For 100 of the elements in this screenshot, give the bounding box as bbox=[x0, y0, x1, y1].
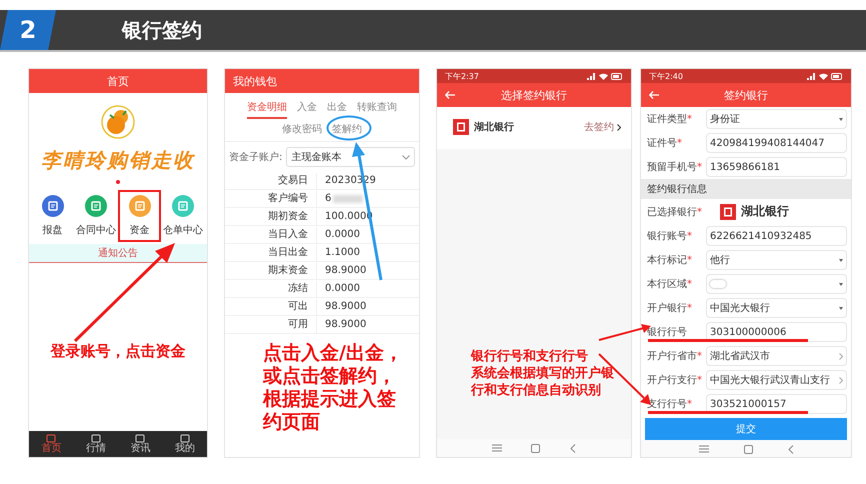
shortcut-item[interactable]: 仓单中心 bbox=[161, 190, 205, 242]
tab-icon bbox=[46, 434, 56, 443]
row-value: 98.9000 bbox=[325, 319, 366, 330]
caret-icon bbox=[839, 118, 843, 120]
bank-name: 湖北银行 bbox=[741, 203, 789, 220]
highlight-circle bbox=[326, 115, 372, 141]
tab-bar-item[interactable]: 首页 bbox=[41, 431, 62, 457]
chevron-icon bbox=[839, 376, 843, 384]
dropdown-field[interactable]: 身份证 bbox=[706, 109, 847, 129]
caret-icon bbox=[839, 258, 843, 262]
dropdown-field[interactable] bbox=[706, 274, 847, 294]
slide-title: 银行签约 bbox=[122, 16, 202, 44]
input-field[interactable]: 13659866181 bbox=[706, 157, 847, 177]
battery-icon bbox=[831, 72, 843, 80]
section-number: 2 bbox=[0, 10, 56, 50]
shortcut-item[interactable]: 资金 bbox=[118, 190, 161, 242]
tab[interactable]: 转账查询 bbox=[357, 97, 397, 119]
row-label: 冻结 bbox=[225, 280, 317, 296]
row-value: 98.9000 bbox=[325, 265, 366, 276]
field-label: 证件类型* bbox=[647, 112, 693, 126]
field-label: 开户行省市* bbox=[647, 350, 703, 363]
sign-link[interactable]: 去签约 bbox=[584, 120, 621, 134]
tab[interactable]: 入金 bbox=[297, 97, 317, 119]
notice-bar[interactable]: 通知公告 bbox=[29, 244, 207, 263]
menu-icon[interactable] bbox=[698, 445, 708, 453]
section-header: 签约银行信息 bbox=[641, 179, 851, 199]
row-value: 0.0000 bbox=[325, 283, 360, 294]
field-label: 银行账号* bbox=[647, 230, 693, 243]
input-field[interactable]: 6226621410932485 bbox=[706, 226, 847, 246]
account-select[interactable]: 主现金账本 bbox=[286, 147, 415, 167]
page-indicator-dot bbox=[116, 180, 120, 184]
back-icon[interactable] bbox=[788, 444, 794, 454]
row-value: 1.1000 bbox=[325, 247, 360, 258]
picker-field[interactable]: 湖北省武汉市 bbox=[706, 346, 847, 366]
field-label: 银行行号 bbox=[647, 326, 688, 339]
input-field[interactable]: 420984199408144047 bbox=[706, 133, 847, 153]
bank-logo-icon bbox=[453, 119, 469, 135]
caret-icon bbox=[839, 306, 843, 310]
row-label: 当日入金 bbox=[225, 226, 317, 242]
dropdown-field[interactable]: 他行 bbox=[706, 250, 847, 270]
row-label: 期末资金 bbox=[225, 262, 317, 278]
field-label: 证件号* bbox=[647, 137, 683, 150]
tab-icon bbox=[90, 434, 101, 443]
brand-name: 李晴玲购销走收 bbox=[40, 147, 196, 174]
row-label: 交易日 bbox=[225, 172, 317, 188]
tab[interactable]: 修改密码 bbox=[282, 119, 322, 141]
row-label: 可用 bbox=[225, 316, 317, 332]
signal-icon bbox=[587, 72, 596, 80]
status-time: 下午2:40 bbox=[649, 70, 683, 82]
caret-icon bbox=[402, 154, 410, 160]
home-square-icon[interactable] bbox=[531, 444, 540, 452]
fruit-logo-icon bbox=[101, 105, 135, 139]
toggle-icon bbox=[710, 280, 726, 288]
annotation-text: 点击入金/出金，或点击签解约，根据提示进入签约页面 bbox=[262, 341, 404, 434]
row-label: 客户编号 bbox=[225, 190, 317, 206]
chevron-icon bbox=[617, 124, 621, 130]
tab-bar-item[interactable]: 行情 bbox=[86, 431, 106, 457]
field-label: 已选择银行* bbox=[647, 206, 703, 218]
annotation-text: 登录账号，点击资金 bbox=[50, 342, 186, 361]
tab-bar-item[interactable]: 我的 bbox=[174, 431, 195, 457]
row-label: 期初资金 bbox=[225, 208, 317, 224]
screen-title: 签约银行 bbox=[724, 88, 768, 102]
field-label: 预留手机号* bbox=[647, 160, 703, 174]
bank-logo-icon bbox=[720, 204, 736, 220]
picker-field[interactable]: 中国光大银行武汉青山支行 bbox=[706, 370, 847, 390]
row-label: 可出 bbox=[225, 298, 317, 314]
shortcut-item[interactable]: 合同中心 bbox=[74, 190, 118, 242]
wifi-icon bbox=[599, 72, 608, 80]
status-time: 下午2:37 bbox=[445, 70, 479, 82]
tab-icon bbox=[180, 434, 190, 443]
caret-icon bbox=[839, 282, 843, 286]
tab[interactable]: 出金 bbox=[327, 97, 347, 119]
row-label: 当日出金 bbox=[225, 244, 317, 260]
screen-title: 首页 bbox=[107, 74, 129, 88]
tab-icon bbox=[135, 434, 146, 443]
row-value: 0.0000 bbox=[325, 229, 360, 240]
field-label: 开户银行* bbox=[647, 302, 693, 315]
menu-icon[interactable] bbox=[492, 444, 502, 452]
row-value: 98.9000 bbox=[325, 301, 366, 312]
home-square-icon[interactable] bbox=[744, 444, 752, 454]
field-label: 开户行支行* bbox=[647, 374, 703, 387]
dropdown-field[interactable]: 中国光大银行 bbox=[706, 298, 847, 318]
annotation-title: 银行行号和支行行号 bbox=[471, 348, 589, 365]
screen-title: 选择签约银行 bbox=[501, 88, 567, 102]
back-arrow-icon[interactable] bbox=[649, 91, 659, 99]
row-value: 6 bbox=[325, 193, 332, 204]
bank-name: 湖北银行 bbox=[474, 120, 514, 134]
annotation-text: 系统会根据填写的开户银行和支行信息自动识别 bbox=[471, 365, 615, 399]
back-arrow-icon[interactable] bbox=[445, 91, 455, 99]
tab-bar-item[interactable]: 资讯 bbox=[130, 431, 150, 457]
shortcut-item[interactable]: 报盘 bbox=[31, 190, 74, 242]
back-icon[interactable] bbox=[570, 444, 576, 452]
battery-icon bbox=[611, 72, 623, 80]
tab[interactable]: 资金明细 bbox=[247, 97, 287, 119]
field-label: 资金子账户: bbox=[229, 150, 282, 164]
chevron-icon bbox=[839, 352, 843, 360]
field-label: 本行标记* bbox=[647, 254, 693, 267]
signal-icon bbox=[807, 72, 816, 80]
wifi-icon bbox=[819, 72, 828, 80]
screen-title: 我的钱包 bbox=[233, 74, 277, 88]
